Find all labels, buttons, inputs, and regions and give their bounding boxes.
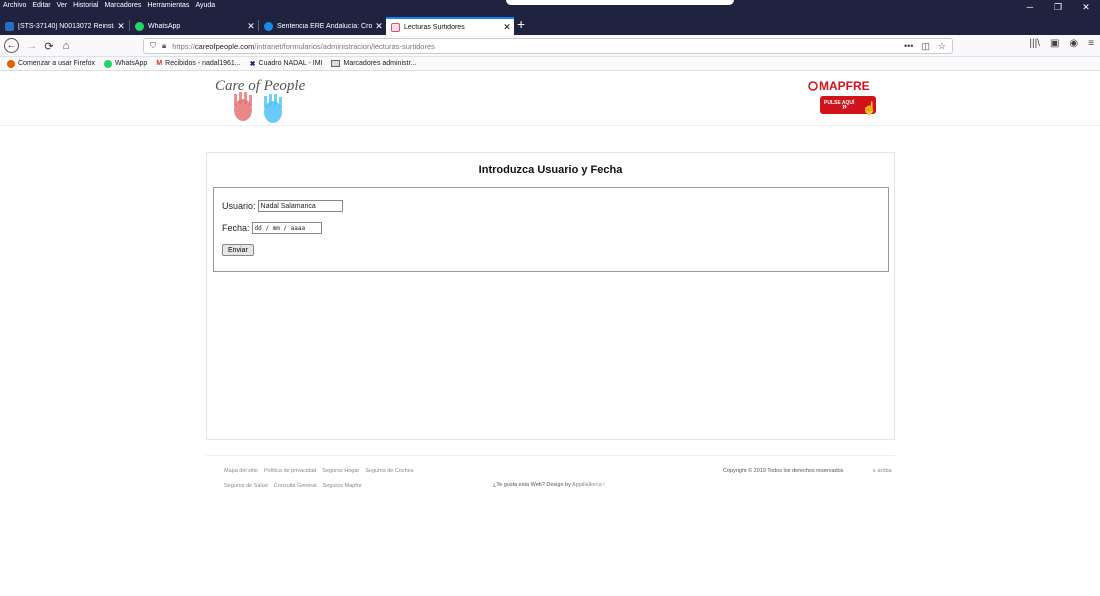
footer-link-privacidad[interactable]: Política de privacidad [264,468,316,474]
tab-lecturas[interactable]: Lecturas Surtidores ✕ [386,17,514,35]
mapfre-logo-icon [808,81,818,91]
tab-close-icon[interactable]: ✕ [372,21,386,32]
pocket-icon[interactable]: ◫ [921,41,930,52]
tab-close-icon[interactable]: ✕ [244,21,258,32]
minimize-icon[interactable]: ─ [1016,0,1044,14]
folder-icon [331,60,341,67]
site-footer: Mapa del sitio Política de privacidad Se… [206,455,895,505]
home-icon[interactable]: ⌂ [58,38,74,54]
footer-links-row1: Mapa del sitio Política de privacidad Se… [224,468,414,474]
footer-link-consulta[interactable]: Consulta General [274,483,317,489]
lock-icon[interactable]: 🔒︎ [162,41,166,51]
svg-text:PULSE AQUÍ: PULSE AQUÍ [824,98,855,106]
footer-copyright: Copyright © 2019 Todos los derechos rese… [723,468,844,474]
footer-design-credit: ¿Te gusta esta Web? Design by Appillallo… [493,482,605,488]
hamburger-menu-icon[interactable]: ≡ [1088,38,1094,49]
footer-links-row2: Seguros de Salud Consulta General Seguro… [224,483,362,489]
fecha-label: Fecha: [222,223,250,233]
svg-text:MAPFRE: MAPFRE [819,79,870,93]
drag-handle [506,0,734,5]
tab-sts[interactable]: [STS-37140] N0013072 Reinstal ✕ [0,17,128,35]
form-fieldset: Usuario: Nadal Salamanca Fecha: dd / mm … [213,187,889,272]
gmail-icon: M [156,60,163,67]
library-icon[interactable]: |||\ [1029,38,1040,49]
tab-whatsapp[interactable]: WhatsApp ✕ [130,17,258,35]
url-bar[interactable]: ⛉ 🔒︎ https://careofpeople.com/intranet/f… [143,38,953,54]
back-icon[interactable]: ← [4,38,19,53]
page-content: Care of People MAPFRE PULSE AQUÍ » ☝ Int… [0,71,1100,596]
forward-icon[interactable]: → [24,38,40,54]
footer-link-coches[interactable]: Seguros de Coches [365,468,413,474]
pointer-hand-icon: ☝ [862,100,877,115]
shield-icon[interactable]: ⛉ [150,41,156,51]
tab-close-icon[interactable]: ✕ [500,22,514,33]
sidebar-icon[interactable]: ▣ [1050,38,1059,49]
footer-link-salud[interactable]: Seguros de Salud [224,483,268,489]
bookmark-firefox[interactable]: Comenzar a usar Firefox [7,59,95,68]
page-actions-icon[interactable]: ••• [904,41,913,52]
firefox-icon [7,59,15,68]
url-text[interactable]: https://careofpeople.com/intranet/formul… [172,42,904,51]
new-tab-icon[interactable]: + [517,16,525,32]
bookmark-gmail[interactable]: M Recibidos - nadal1961... [156,60,240,67]
menu-editar[interactable]: Editar [32,2,50,9]
menu-archivo[interactable]: Archivo [3,2,26,9]
reload-icon[interactable]: ⟳ [41,38,57,54]
enviar-button[interactable]: Enviar [222,244,254,256]
menu: Archivo Editar Ver Historial Marcadores … [3,2,215,9]
bookmarks-bar: Comenzar a usar Firefox WhatsApp M Recibi… [0,57,1100,71]
footer-design-link[interactable]: Appillallorca ! [572,482,605,488]
tab-label: Sentencia ERE Andalucía: Cron [277,22,372,30]
tab-label: Lecturas Surtidores [404,23,465,31]
tab-label: WhatsApp [148,22,181,30]
blue-hand-icon [264,94,282,123]
whatsapp-icon [135,21,144,31]
tab-label: [STS-37140] N0013072 Reinstal [18,22,114,30]
bookmark-cuadro-nadal[interactable]: ✖ Cuadro NADAL - IMI [250,60,323,68]
close-window-icon[interactable]: ✕ [1072,0,1100,14]
window-controls: ─ ❐ ✕ [1016,0,1100,14]
footer-link-mapa[interactable]: Mapa del sitio [224,468,258,474]
menu-ayuda[interactable]: Ayuda [195,2,215,9]
site-header: Care of People MAPFRE PULSE AQUÍ » ☝ [0,71,1100,126]
usuario-label: Usuario: [222,201,256,211]
menu-bar: Archivo Editar Ver Historial Marcadores … [0,0,1100,14]
bookmark-whatsapp[interactable]: WhatsApp [104,59,147,68]
footer-link-mapfre[interactable]: Seguros Mapfre [323,483,362,489]
menu-herramientas[interactable]: Herramientas [147,2,189,9]
footer-up-link[interactable]: ∨ arriba [872,468,892,474]
menu-historial[interactable]: Historial [73,2,98,9]
form-panel: Introduzca Usuario y Fecha Usuario: Nada… [206,152,895,440]
care-of-people-logo[interactable]: Care of People [213,74,305,126]
bookmark-star-icon[interactable]: ☆ [938,41,946,52]
navigation-bar: ← → ⟳ ⌂ ⛉ 🔒︎ https://careofpeople.com/in… [0,35,1100,57]
red-hand-icon [234,92,252,121]
account-icon[interactable]: ◉ [1069,38,1078,49]
tab-strip: [STS-37140] N0013072 Reinstal ✕ WhatsApp… [0,14,1100,35]
tab-sentencia[interactable]: Sentencia ERE Andalucía: Cron ✕ [259,17,386,35]
tab-favicon-icon [5,21,14,31]
menu-marcadores[interactable]: Marcadores [104,2,141,9]
tab-close-icon[interactable]: ✕ [114,21,128,32]
svg-text:Care of People: Care of People [215,78,305,94]
restore-icon[interactable]: ❐ [1044,0,1072,14]
footer-link-hogar[interactable]: Seguros Hogar [322,468,359,474]
page-favicon-icon [391,22,400,32]
bookmark-folder[interactable]: Marcadores administr... [331,60,416,67]
whatsapp-icon [104,59,113,68]
usuario-input[interactable]: Nadal Salamanca [257,200,343,212]
bookmark-favicon-icon: ✖ [249,60,256,68]
menu-ver[interactable]: Ver [57,2,68,9]
mapfre-banner[interactable]: MAPFRE PULSE AQUÍ » ☝ [808,78,892,118]
fecha-input[interactable]: dd / mm / aaaa [251,222,322,234]
svg-text:»: » [842,101,847,111]
form-title: Introduzca Usuario y Fecha [478,164,623,176]
globe-icon [264,21,273,31]
